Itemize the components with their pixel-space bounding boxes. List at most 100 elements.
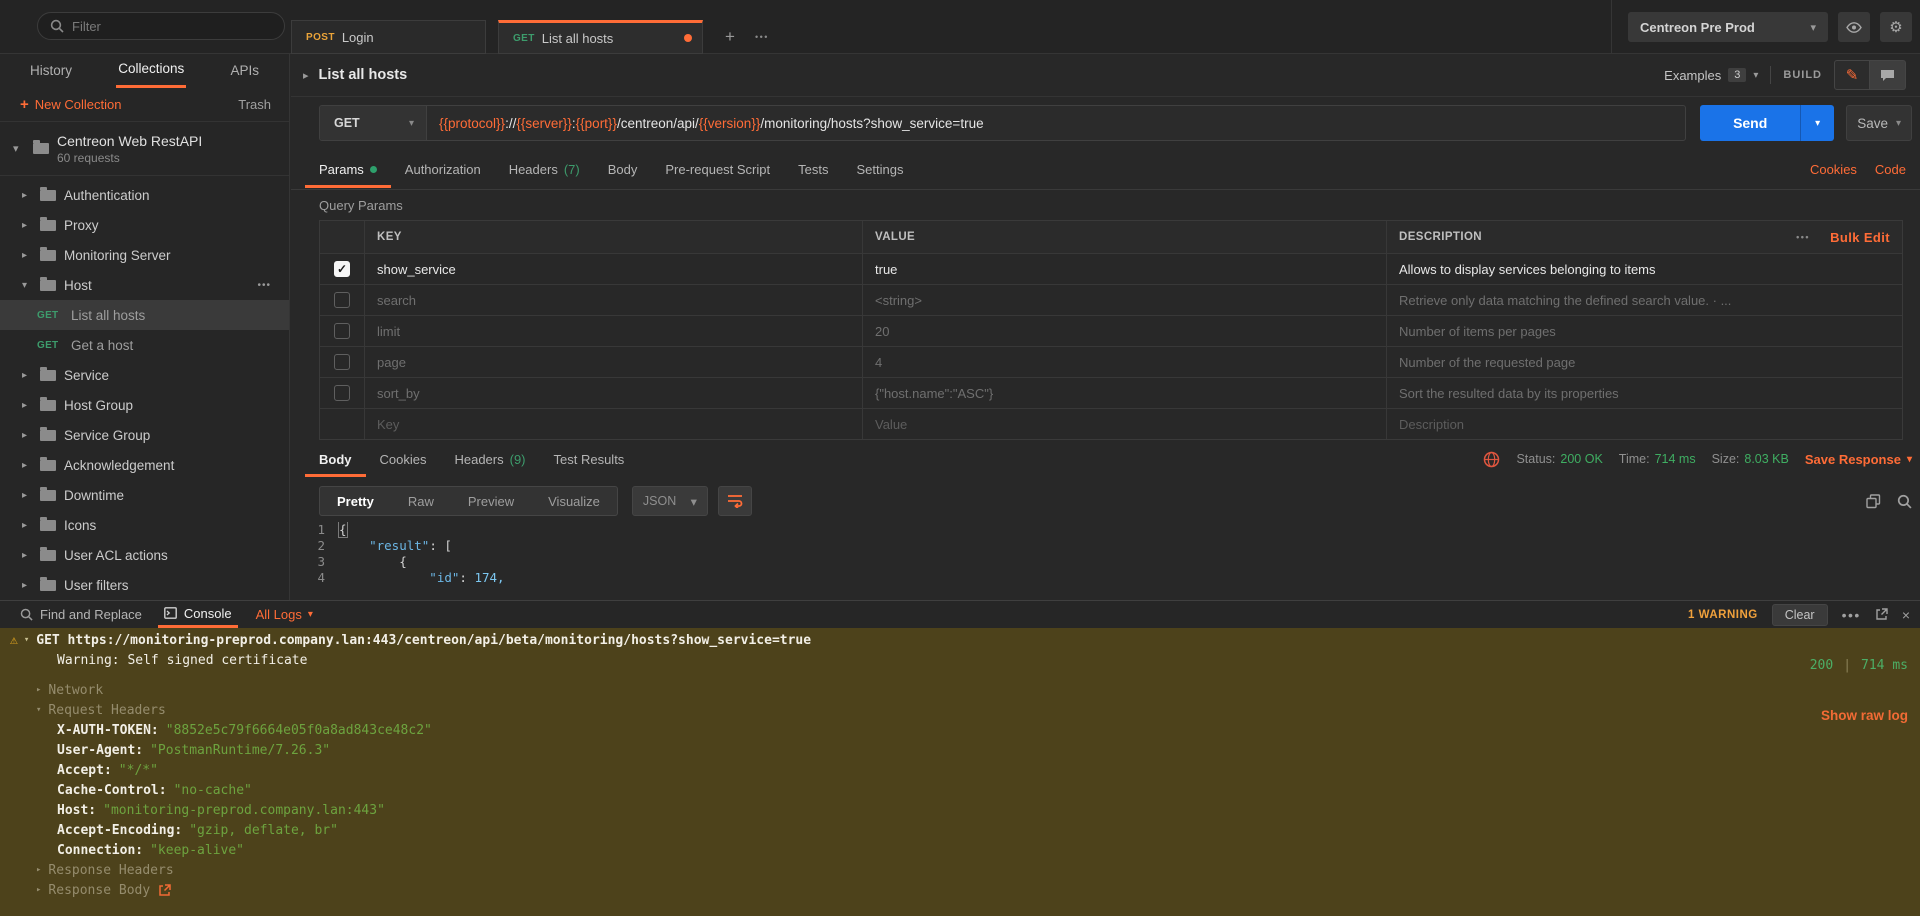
send-options-button[interactable]: ▾ xyxy=(1800,105,1834,141)
folder-authentication[interactable]: ▸Authentication xyxy=(0,180,289,210)
tab-response-cookies[interactable]: Cookies xyxy=(366,442,441,477)
tab-body[interactable]: Body xyxy=(594,151,652,188)
wrap-lines-button[interactable] xyxy=(718,486,752,516)
chevron-right-icon[interactable]: ▸ xyxy=(22,250,32,261)
chevron-right-icon[interactable]: ▸ xyxy=(22,520,32,531)
code-link[interactable]: Code xyxy=(1875,162,1906,177)
log-filter-dropdown[interactable]: All Logs ▾ xyxy=(256,607,313,622)
tab-headers[interactable]: Headers(7) xyxy=(495,151,594,188)
param-description[interactable]: Retrieve only data matching the defined … xyxy=(1386,285,1902,315)
folder-downtime[interactable]: ▸Downtime xyxy=(0,480,289,510)
tab-response-body[interactable]: Body xyxy=(305,442,366,477)
chevron-down-icon[interactable]: ▾ xyxy=(24,635,29,645)
chevron-right-icon[interactable]: ▸ xyxy=(22,190,32,201)
tab-settings[interactable]: Settings xyxy=(842,151,917,188)
folder-monitoring-server[interactable]: ▸Monitoring Server xyxy=(0,240,289,270)
new-tab-button[interactable]: + xyxy=(715,20,745,54)
chevron-right-icon[interactable]: ▸ xyxy=(22,400,32,411)
folder-proxy[interactable]: ▸Proxy xyxy=(0,210,289,240)
folder-acknowledgement[interactable]: ▸Acknowledgement xyxy=(0,450,289,480)
tab-apis[interactable]: APIs xyxy=(228,56,261,87)
chevron-right-icon[interactable]: ▸ xyxy=(22,220,32,231)
tab-test-results[interactable]: Test Results xyxy=(540,442,639,477)
table-row[interactable]: page 4 Number of the requested page xyxy=(320,346,1902,377)
tab-tests[interactable]: Tests xyxy=(784,151,842,188)
close-console-button[interactable]: × xyxy=(1902,607,1910,623)
param-description[interactable]: Number of items per pages xyxy=(1386,316,1902,346)
table-row[interactable]: search <string> Retrieve only data match… xyxy=(320,284,1902,315)
tab-history[interactable]: History xyxy=(28,56,74,87)
folder-user-acl-actions[interactable]: ▸User ACL actions xyxy=(0,540,289,570)
request-list-all-hosts[interactable]: GETList all hosts xyxy=(0,300,289,330)
url-input[interactable]: {{protocol}}://{{server}}:{{port}}/centr… xyxy=(427,106,1685,140)
folder-options-button[interactable]: ••• xyxy=(257,280,271,291)
examples-dropdown[interactable]: Examples 3 ▾ xyxy=(1664,68,1758,83)
chevron-down-icon[interactable]: ▾ xyxy=(13,142,25,155)
open-console-window-button[interactable] xyxy=(1875,608,1888,621)
param-value[interactable]: true xyxy=(862,254,1386,284)
param-key[interactable]: page xyxy=(364,347,862,377)
trash-button[interactable]: Trash xyxy=(238,97,271,112)
more-options-icon[interactable]: ••• xyxy=(1796,232,1810,242)
checkbox-unchecked[interactable] xyxy=(334,354,350,370)
table-row[interactable]: limit 20 Number of items per pages xyxy=(320,315,1902,346)
checkbox-unchecked[interactable] xyxy=(334,292,350,308)
param-key[interactable]: show_service xyxy=(364,254,862,284)
request-headers-toggle[interactable]: ▾ Request Headers xyxy=(0,700,1920,720)
table-row-placeholder[interactable]: Key Value Description xyxy=(320,408,1902,439)
param-description-placeholder[interactable]: Description xyxy=(1386,409,1902,439)
tab-list-all-hosts[interactable]: GET List all hosts xyxy=(498,20,703,54)
folder-host-group[interactable]: ▸Host Group xyxy=(0,390,289,420)
console-tab[interactable]: Console xyxy=(158,601,238,628)
chevron-right-icon[interactable]: ▸ xyxy=(22,490,32,501)
param-value[interactable]: <string> xyxy=(862,285,1386,315)
chevron-right-icon[interactable]: ▸ xyxy=(22,460,32,471)
collection-centreon-web-restapi[interactable]: ▾ Centreon Web RestAPI 60 requests xyxy=(0,122,289,176)
chevron-right-icon[interactable]: ▸ xyxy=(22,370,32,381)
chevron-right-icon[interactable]: ▸ xyxy=(22,580,32,591)
settings-button[interactable]: ⚙ xyxy=(1880,12,1912,42)
tab-authorization[interactable]: Authorization xyxy=(391,151,495,188)
param-description[interactable]: Sort the resulted data by its properties xyxy=(1386,378,1902,408)
folder-user-filters[interactable]: ▸User filters xyxy=(0,570,289,600)
chevron-right-icon[interactable]: ▸ xyxy=(22,550,32,561)
cookies-link[interactable]: Cookies xyxy=(1810,162,1857,177)
ssl-warning-icon[interactable] xyxy=(1483,451,1500,468)
bulk-edit-link[interactable]: Bulk Edit xyxy=(1830,230,1890,245)
open-response-body-button[interactable] xyxy=(158,884,171,897)
save-response-button[interactable]: Save Response▾ xyxy=(1805,452,1912,467)
param-value[interactable]: 20 xyxy=(862,316,1386,346)
table-row[interactable]: sort_by {"host.name":"ASC"} Sort the res… xyxy=(320,377,1902,408)
search-response-button[interactable] xyxy=(1897,494,1912,509)
response-body-editor[interactable]: 1{ 2 "result": [ 3 { 4 "id": 174, xyxy=(291,522,1920,600)
edit-request-button[interactable]: ✎ xyxy=(1834,60,1870,90)
table-row[interactable]: ✓ show_service true Allows to display se… xyxy=(320,253,1902,284)
filter-input[interactable] xyxy=(72,19,252,34)
show-raw-log-link[interactable]: Show raw log xyxy=(1821,708,1908,723)
save-button[interactable]: Save ▾ xyxy=(1846,105,1912,141)
console-options-button[interactable]: ••• xyxy=(1842,607,1861,623)
tab-options-button[interactable]: ••• xyxy=(745,20,779,54)
folder-service[interactable]: ▸Service xyxy=(0,360,289,390)
format-selector[interactable]: JSON ▾ xyxy=(632,486,708,516)
chevron-down-icon[interactable]: ▾ xyxy=(22,280,32,291)
send-button[interactable]: Send ▾ xyxy=(1700,105,1834,141)
param-description[interactable]: Number of the requested page xyxy=(1386,347,1902,377)
chevron-right-icon[interactable]: ▸ xyxy=(22,430,32,441)
response-body-toggle[interactable]: ▸ Response Body xyxy=(0,880,1920,900)
folder-service-group[interactable]: ▸Service Group xyxy=(0,420,289,450)
param-key-placeholder[interactable]: Key xyxy=(364,409,862,439)
tab-params[interactable]: Params xyxy=(305,151,391,188)
new-collection-button[interactable]: + New Collection xyxy=(20,96,121,113)
param-key[interactable]: sort_by xyxy=(364,378,862,408)
view-visualize[interactable]: Visualize xyxy=(531,487,617,515)
tab-response-headers[interactable]: Headers(9) xyxy=(440,442,539,477)
view-preview[interactable]: Preview xyxy=(451,487,531,515)
param-description[interactable]: Allows to display services belonging to … xyxy=(1386,254,1902,284)
sidebar-filter[interactable] xyxy=(37,12,285,40)
method-selector[interactable]: GET ▾ xyxy=(320,106,427,140)
tab-pre-request-script[interactable]: Pre-request Script xyxy=(651,151,784,188)
folder-icons[interactable]: ▸Icons xyxy=(0,510,289,540)
environment-quick-look-button[interactable] xyxy=(1838,12,1870,42)
checkbox-unchecked[interactable] xyxy=(334,323,350,339)
